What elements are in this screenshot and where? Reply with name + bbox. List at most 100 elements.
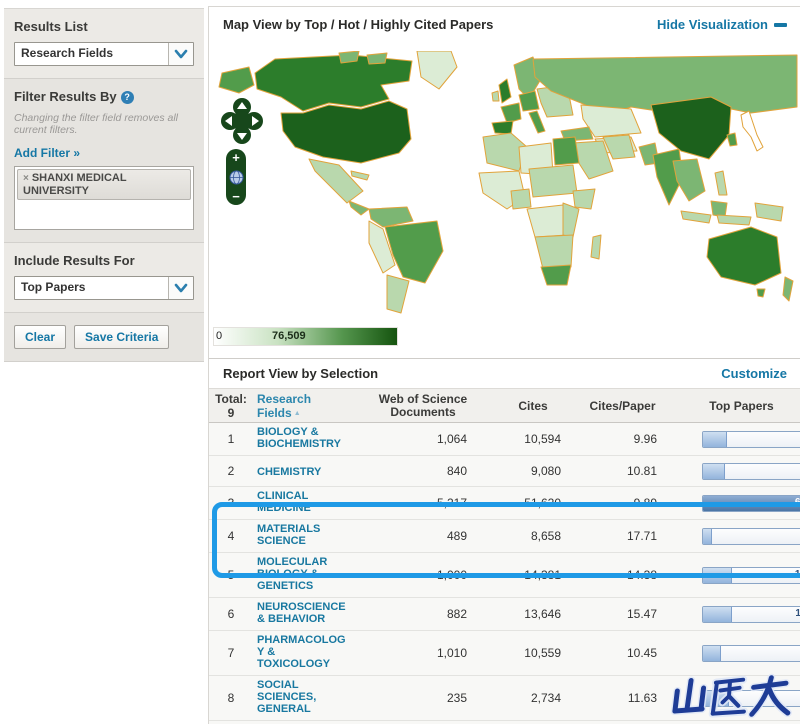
cites-per-paper-value: 10.81 bbox=[571, 464, 666, 478]
results-list-section: Results List Research Fields bbox=[4, 9, 204, 79]
cites-value: 51,620 bbox=[471, 496, 571, 510]
report-header: Report View by Selection Customize bbox=[209, 359, 800, 389]
column-top-papers: Top Papers bbox=[666, 399, 800, 413]
map-header: Map View by Top / Hot / Highly Cited Pap… bbox=[209, 7, 800, 36]
field-link[interactable]: MOLECULAR BIOLOGY & GENETICS bbox=[257, 556, 349, 592]
rank-cell: 3 bbox=[209, 496, 253, 510]
actions-section: Clear Save Criteria bbox=[4, 313, 204, 362]
sidebar: Results List Research Fields Filter Resu… bbox=[4, 8, 204, 362]
top-papers-bar: 3 bbox=[702, 528, 800, 545]
field-link[interactable]: NEUROSCIENCE & BEHAVIOR bbox=[257, 601, 349, 625]
main-panel: Map View by Top / Hot / Highly Cited Pap… bbox=[208, 6, 800, 724]
zoom-in-button[interactable]: + bbox=[232, 151, 240, 164]
cites-per-paper-value: 9.89 bbox=[571, 496, 666, 510]
total-header: Total:9 bbox=[209, 392, 253, 420]
sort-asc-icon: ▲ bbox=[294, 410, 301, 417]
field-link[interactable]: CLINICAL MEDICINE bbox=[257, 490, 349, 514]
field-link[interactable]: PHARMACOLOGY & TOXICOLOGY bbox=[257, 634, 349, 670]
bar-fill bbox=[703, 568, 732, 583]
cites-value: 10,594 bbox=[471, 432, 571, 446]
field-link[interactable]: BIOLOGY & BIOCHEMISTRY bbox=[257, 426, 349, 450]
column-cites: Cites bbox=[471, 399, 571, 413]
world-map[interactable] bbox=[211, 51, 799, 327]
rank-cell: 2 bbox=[209, 464, 253, 478]
cites-per-paper-value: 14.38 bbox=[571, 568, 666, 582]
rank-cell: 5 bbox=[209, 568, 253, 582]
filter-chip-label: SHANXI MEDICAL UNIVERSITY bbox=[23, 172, 126, 197]
legend-min-value: 0 bbox=[216, 330, 222, 342]
rank-cell: 8 bbox=[209, 691, 253, 705]
cites-per-paper-value: 9.96 bbox=[571, 432, 666, 446]
filter-box: ×SHANXI MEDICAL UNIVERSITY bbox=[14, 166, 194, 230]
docs-value: 1,010 bbox=[353, 646, 471, 660]
cites-value: 2,734 bbox=[471, 691, 571, 705]
include-section: Include Results For Top Papers bbox=[4, 243, 204, 313]
table-row: 7 PHARMACOLOGY & TOXICOLOGY 1,010 10,559… bbox=[209, 631, 800, 676]
hide-visualization-link[interactable]: Hide Visualization bbox=[657, 17, 787, 32]
top-papers-bar: 11 bbox=[702, 606, 800, 623]
map-title: Map View by Top / Hot / Highly Cited Pap… bbox=[223, 17, 493, 32]
docs-value: 5,217 bbox=[353, 496, 471, 510]
docs-value: 1,000 bbox=[353, 568, 471, 582]
field-link[interactable]: SOCIAL SCIENCES, GENERAL bbox=[257, 679, 349, 715]
top-papers-value: 11 bbox=[795, 608, 800, 619]
table-header-row: Total:9 Research Fields▲ Web of Science … bbox=[209, 389, 800, 423]
include-dropdown[interactable]: Top Papers bbox=[14, 276, 194, 300]
field-link[interactable]: MATERIALS SCIENCE bbox=[257, 523, 349, 547]
docs-value: 489 bbox=[353, 529, 471, 543]
column-research-fields[interactable]: Research Fields▲ bbox=[253, 392, 353, 420]
results-list-dropdown-value: Research Fields bbox=[15, 43, 168, 65]
filter-title: Filter Results By? bbox=[14, 89, 194, 104]
results-list-dropdown[interactable]: Research Fields bbox=[14, 42, 194, 66]
chevron-down-icon[interactable] bbox=[168, 277, 193, 299]
top-papers-value: 10 bbox=[795, 569, 800, 580]
remove-filter-icon[interactable]: × bbox=[23, 173, 29, 184]
cites-value: 9,080 bbox=[471, 464, 571, 478]
column-documents: Web of Science Documents bbox=[353, 393, 471, 419]
bar-fill bbox=[703, 529, 712, 544]
cites-per-paper-value: 17.71 bbox=[571, 529, 666, 543]
cites-value: 8,658 bbox=[471, 529, 571, 543]
rank-cell: 1 bbox=[209, 432, 253, 446]
zoom-out-button[interactable]: − bbox=[232, 190, 240, 203]
cites-per-paper-value: 11.63 bbox=[571, 691, 666, 705]
watermark bbox=[670, 670, 796, 722]
table-row: 6 NEUROSCIENCE & BEHAVIOR 882 13,646 15.… bbox=[209, 598, 800, 631]
bar-fill bbox=[703, 646, 721, 661]
top-papers-bar: 6 bbox=[702, 431, 800, 448]
bar-fill bbox=[703, 496, 800, 511]
cites-per-paper-value: 10.45 bbox=[571, 646, 666, 660]
legend-max-value: 76,509 bbox=[272, 330, 306, 342]
filter-chip[interactable]: ×SHANXI MEDICAL UNIVERSITY bbox=[17, 169, 191, 200]
top-papers-bar: 7 bbox=[702, 463, 800, 480]
cites-per-paper-value: 15.47 bbox=[571, 607, 666, 621]
include-dropdown-value: Top Papers bbox=[15, 277, 168, 299]
map-pan-control[interactable] bbox=[221, 97, 263, 145]
filter-section: Filter Results By? Changing the filter f… bbox=[4, 79, 204, 243]
rank-cell: 6 bbox=[209, 607, 253, 621]
help-icon[interactable]: ? bbox=[121, 91, 134, 104]
top-papers-bar: 6 bbox=[702, 645, 800, 662]
report-section: Report View by Selection Customize Total… bbox=[209, 358, 800, 724]
bar-fill bbox=[703, 607, 732, 622]
docs-value: 882 bbox=[353, 607, 471, 621]
include-title: Include Results For bbox=[14, 253, 194, 268]
globe-icon[interactable] bbox=[229, 170, 244, 185]
rank-cell: 7 bbox=[209, 646, 253, 660]
table-row: 3 CLINICAL MEDICINE 5,217 51,620 9.89 60 bbox=[209, 487, 800, 520]
customize-link[interactable]: Customize bbox=[721, 366, 787, 381]
top-papers-bar: 60 bbox=[702, 495, 800, 512]
save-criteria-button[interactable]: Save Criteria bbox=[74, 325, 169, 349]
cites-value: 13,646 bbox=[471, 607, 571, 621]
chevron-down-icon[interactable] bbox=[168, 43, 193, 65]
clear-button[interactable]: Clear bbox=[14, 325, 66, 349]
add-filter-link[interactable]: Add Filter » bbox=[14, 146, 80, 160]
filter-note: Changing the filter field removes all cu… bbox=[14, 112, 194, 136]
table-row: 1 BIOLOGY & BIOCHEMISTRY 1,064 10,594 9.… bbox=[209, 423, 800, 456]
column-cites-per-paper: Cites/Paper bbox=[571, 399, 666, 413]
map-region: + − 0 76,509 bbox=[209, 45, 800, 363]
field-link[interactable]: CHEMISTRY bbox=[257, 466, 321, 478]
cites-value: 10,559 bbox=[471, 646, 571, 660]
table-row: 2 CHEMISTRY 840 9,080 10.81 7 bbox=[209, 456, 800, 487]
top-papers-bar: 10 bbox=[702, 567, 800, 584]
